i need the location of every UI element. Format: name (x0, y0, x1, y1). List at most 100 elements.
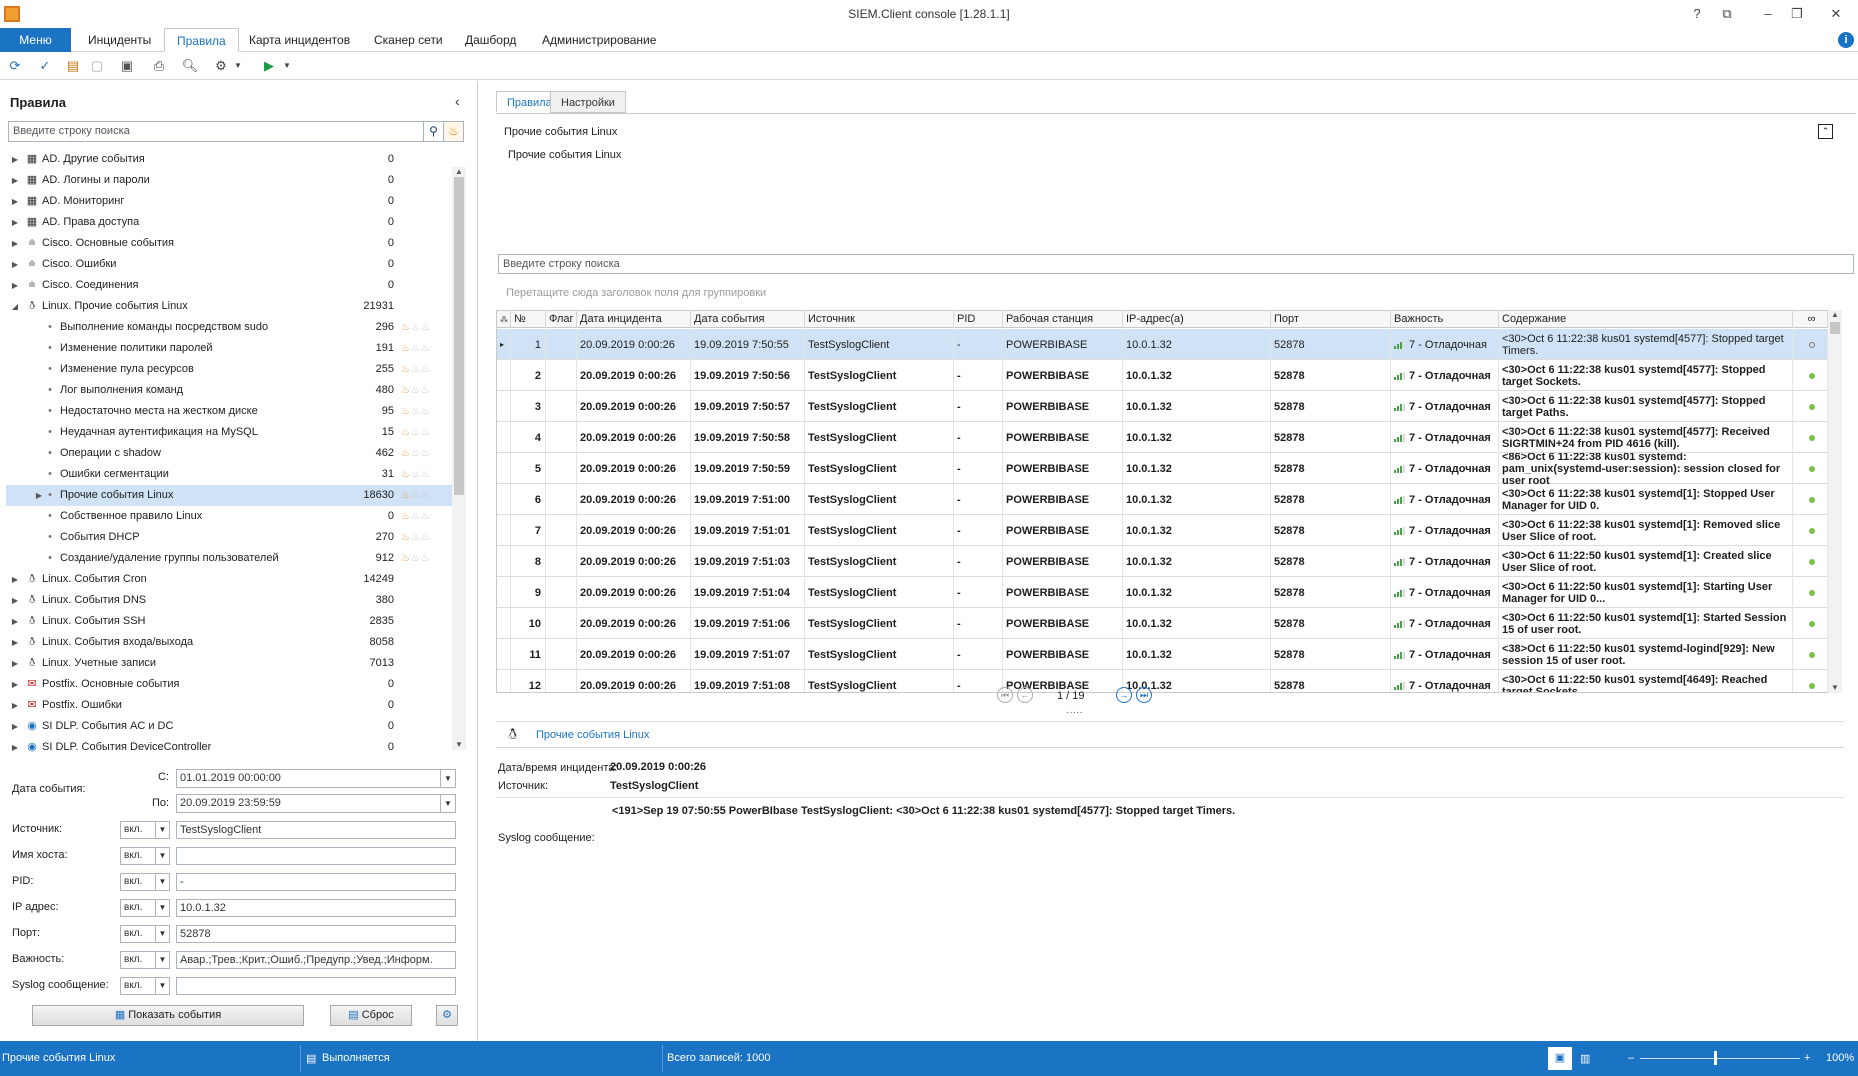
chevron-down-icon[interactable]: ▼ (155, 822, 169, 838)
expand-arrow-icon[interactable]: ▶ (10, 212, 20, 233)
tree-group-item[interactable]: ▶ ▦ AD. Права доступа 0 (6, 212, 452, 233)
next-page-icon[interactable]: → (1116, 687, 1132, 703)
col-link[interactable]: ∞ (1793, 311, 1828, 328)
filter-host-mode[interactable]: вкл. ▼ (120, 847, 170, 865)
col-event-date[interactable]: Дата события (691, 311, 805, 328)
tree-rule-item[interactable]: • Недостаточно места на жестком диске 95 ♨♨… (6, 401, 452, 422)
info-icon[interactable]: i (1838, 32, 1854, 48)
print-icon[interactable]: ⎙ (150, 57, 168, 75)
table-row[interactable]: 9 20.09.2019 0:00:26 19.09.2019 7:51:04 Tes… (497, 577, 1840, 608)
run-check-icon[interactable]: ▶ (260, 57, 278, 75)
grid-scroll-thumb[interactable] (1830, 322, 1840, 334)
delete-rule-icon[interactable]: ▢ (88, 57, 106, 75)
col-severity[interactable]: Важность (1391, 311, 1499, 328)
zoom-slider[interactable] (1640, 1058, 1800, 1059)
filter-syslog-mode[interactable]: вкл. ▼ (120, 977, 170, 995)
print-preview-icon[interactable]: 🔍︎ (181, 57, 199, 75)
search-icon[interactable]: ⚲ (424, 121, 444, 142)
col-content[interactable]: Содержание (1499, 311, 1793, 328)
zoom-slider-thumb[interactable] (1714, 1051, 1717, 1065)
date-to-dropdown-icon[interactable]: ▼ (440, 795, 455, 812)
expand-arrow-icon[interactable]: ▶ (10, 149, 20, 170)
tree-rule-item[interactable]: • Операции с shadow 462 ♨♨♨ (6, 443, 452, 464)
col-pid[interactable]: PID (954, 311, 1003, 328)
reset-button[interactable]: ▤ Сброс (330, 1005, 412, 1026)
grid-scrollbar[interactable]: ▲ ▼ (1828, 310, 1842, 693)
expand-arrow-icon[interactable]: ▶ (10, 695, 20, 716)
filter-port-input[interactable]: 52878 (176, 925, 456, 943)
rule-settings-icon[interactable]: ▣ (118, 57, 136, 75)
expand-arrow-icon[interactable]: ▶ (10, 716, 20, 737)
filter-source-input[interactable]: TestSyslogClient (176, 821, 456, 839)
zoom-in-icon[interactable]: + (1804, 1052, 1810, 1064)
tree-group-item[interactable]: ▶ ılı Cisco. Основные события 0 (6, 233, 452, 254)
refresh-icon[interactable]: ⟳ (6, 57, 24, 75)
filter-ip-input[interactable]: 10.0.1.32 (176, 899, 456, 917)
tree-group-item[interactable]: ▶ ◉ SI DLP. События DeviceController 0 (6, 737, 452, 754)
col-workstation[interactable]: Рабочая станция (1003, 311, 1123, 328)
tab-incident-map[interactable]: Карта инцидентов (237, 28, 362, 52)
grid-header-indicator[interactable]: ⁂ (497, 311, 511, 328)
expand-arrow-icon[interactable]: ▶ (10, 275, 20, 296)
date-from-field[interactable]: 01.01.2019 00:00:00 ▼ (176, 769, 456, 788)
table-row[interactable]: 5 20.09.2019 0:00:26 19.09.2019 7:50:59 Tes… (497, 453, 1840, 484)
zoom-out-icon[interactable]: – (1628, 1052, 1634, 1064)
table-row[interactable]: 6 20.09.2019 0:00:26 19.09.2019 7:51:00 Tes… (497, 484, 1840, 515)
run-dropdown-icon[interactable]: ▼ (282, 57, 292, 75)
tree-group-item[interactable]: ▶ ▦ AD. Логины и пароли 0 (6, 170, 452, 191)
reading-view-icon[interactable]: ▥ (1580, 1052, 1590, 1065)
tab-administration[interactable]: Администрирование (530, 28, 668, 52)
filter-source-mode[interactable]: вкл. ▼ (120, 821, 170, 839)
tab-menu[interactable]: Меню (0, 28, 71, 52)
tree-rule-item[interactable]: • Изменение политики паролей 191 ♨♨♨ (6, 338, 452, 359)
tree-group-item[interactable]: ◢ 🐧︎ Linux. Прочие события Linux 21931 (6, 296, 452, 317)
last-page-icon[interactable]: ⏭ (1136, 687, 1152, 703)
tree-group-item[interactable]: ▶ ılı Cisco. Соединения 0 (6, 275, 452, 296)
table-row[interactable]: 8 20.09.2019 0:00:26 19.09.2019 7:51:03 Tes… (497, 546, 1840, 577)
expand-arrow-icon[interactable]: ▶ (10, 611, 20, 632)
chevron-down-icon[interactable]: ▼ (155, 848, 169, 864)
table-row[interactable]: 2 20.09.2019 0:00:26 19.09.2019 7:50:56 Tes… (497, 360, 1840, 391)
filter-settings-button[interactable]: ⚙ (436, 1005, 458, 1026)
tree-group-item[interactable]: ▶ ◉ SI DLP. События AC и DC 0 (6, 716, 452, 737)
expand-arrow-icon[interactable]: ▶ (10, 653, 20, 674)
prev-page-icon[interactable]: ← (1017, 687, 1033, 703)
rules-search-input[interactable]: Введите строку поиска (8, 121, 424, 142)
col-port[interactable]: Порт (1271, 311, 1391, 328)
help-icon[interactable]: ? (1684, 3, 1710, 25)
tree-group-item[interactable]: ▶ ▦ AD. Другие события 0 (6, 149, 452, 170)
show-events-button[interactable]: ▦ Показать события (32, 1005, 304, 1026)
export-icon[interactable]: ⚙ (212, 57, 230, 75)
table-row[interactable]: 10 20.09.2019 0:00:26 19.09.2019 7:51:06 Te… (497, 608, 1840, 639)
expand-arrow-icon[interactable]: ▶ (10, 170, 20, 191)
restore-layout-icon[interactable]: ⧉ (1714, 3, 1740, 25)
tree-group-item[interactable]: ▶ ılı Cisco. Ошибки 0 (6, 254, 452, 275)
expand-arrow-icon[interactable]: ▶ (10, 737, 20, 754)
chevron-down-icon[interactable]: ▼ (155, 874, 169, 890)
tree-group-item[interactable]: ▶ 🐧︎ Linux. События SSH 2835 (6, 611, 452, 632)
tree-group-item[interactable]: ▶ ✉ Postfix. Основные события 0 (6, 674, 452, 695)
tree-rule-item[interactable]: • Лог выполнения команд 480 ♨♨♨ (6, 380, 452, 401)
col-incident-date[interactable]: Дата инцидента (577, 311, 691, 328)
table-row[interactable]: 3 20.09.2019 0:00:26 19.09.2019 7:50:57 Tes… (497, 391, 1840, 422)
tree-rule-item[interactable]: • Изменение пула ресурсов 255 ♨♨♨ (6, 359, 452, 380)
maximize-icon[interactable]: ❐ (1784, 3, 1810, 25)
expand-arrow-icon[interactable]: ▶ (10, 674, 20, 695)
col-flag[interactable]: Флаг (546, 311, 577, 328)
scroll-up-icon[interactable]: ▲ (1828, 310, 1842, 320)
tab-settings[interactable]: Настройки (550, 91, 626, 113)
events-search-input[interactable]: Введите строку поиска (498, 254, 1854, 274)
col-number[interactable]: № (511, 311, 546, 328)
add-rule-icon[interactable]: ▤ (64, 57, 82, 75)
normal-view-icon[interactable]: ▣ (1548, 1047, 1572, 1070)
tree-rule-item[interactable]: • Неудачная аутентификация на MySQL 15 ♨♨♨ (6, 422, 452, 443)
tree-group-item[interactable]: ▶ ▦ AD. Мониторинг 0 (6, 191, 452, 212)
tree-group-item[interactable]: ▶ ✉ Postfix. Ошибки 0 (6, 695, 452, 716)
tree-rule-item[interactable]: ▶ • Прочие события Linux 18630 ♨♨♨ (6, 485, 452, 506)
tree-group-item[interactable]: ▶ 🐧︎ Linux. События DNS 380 (6, 590, 452, 611)
expand-arrow-icon[interactable]: ▶ (10, 632, 20, 653)
tab-network-scanner[interactable]: Сканер сети (362, 28, 455, 52)
tree-group-item[interactable]: ▶ 🐧︎ Linux. Учетные записи 7013 (6, 653, 452, 674)
minimize-icon[interactable]: – (1755, 3, 1781, 25)
tab-rules[interactable]: Правила (164, 28, 239, 52)
